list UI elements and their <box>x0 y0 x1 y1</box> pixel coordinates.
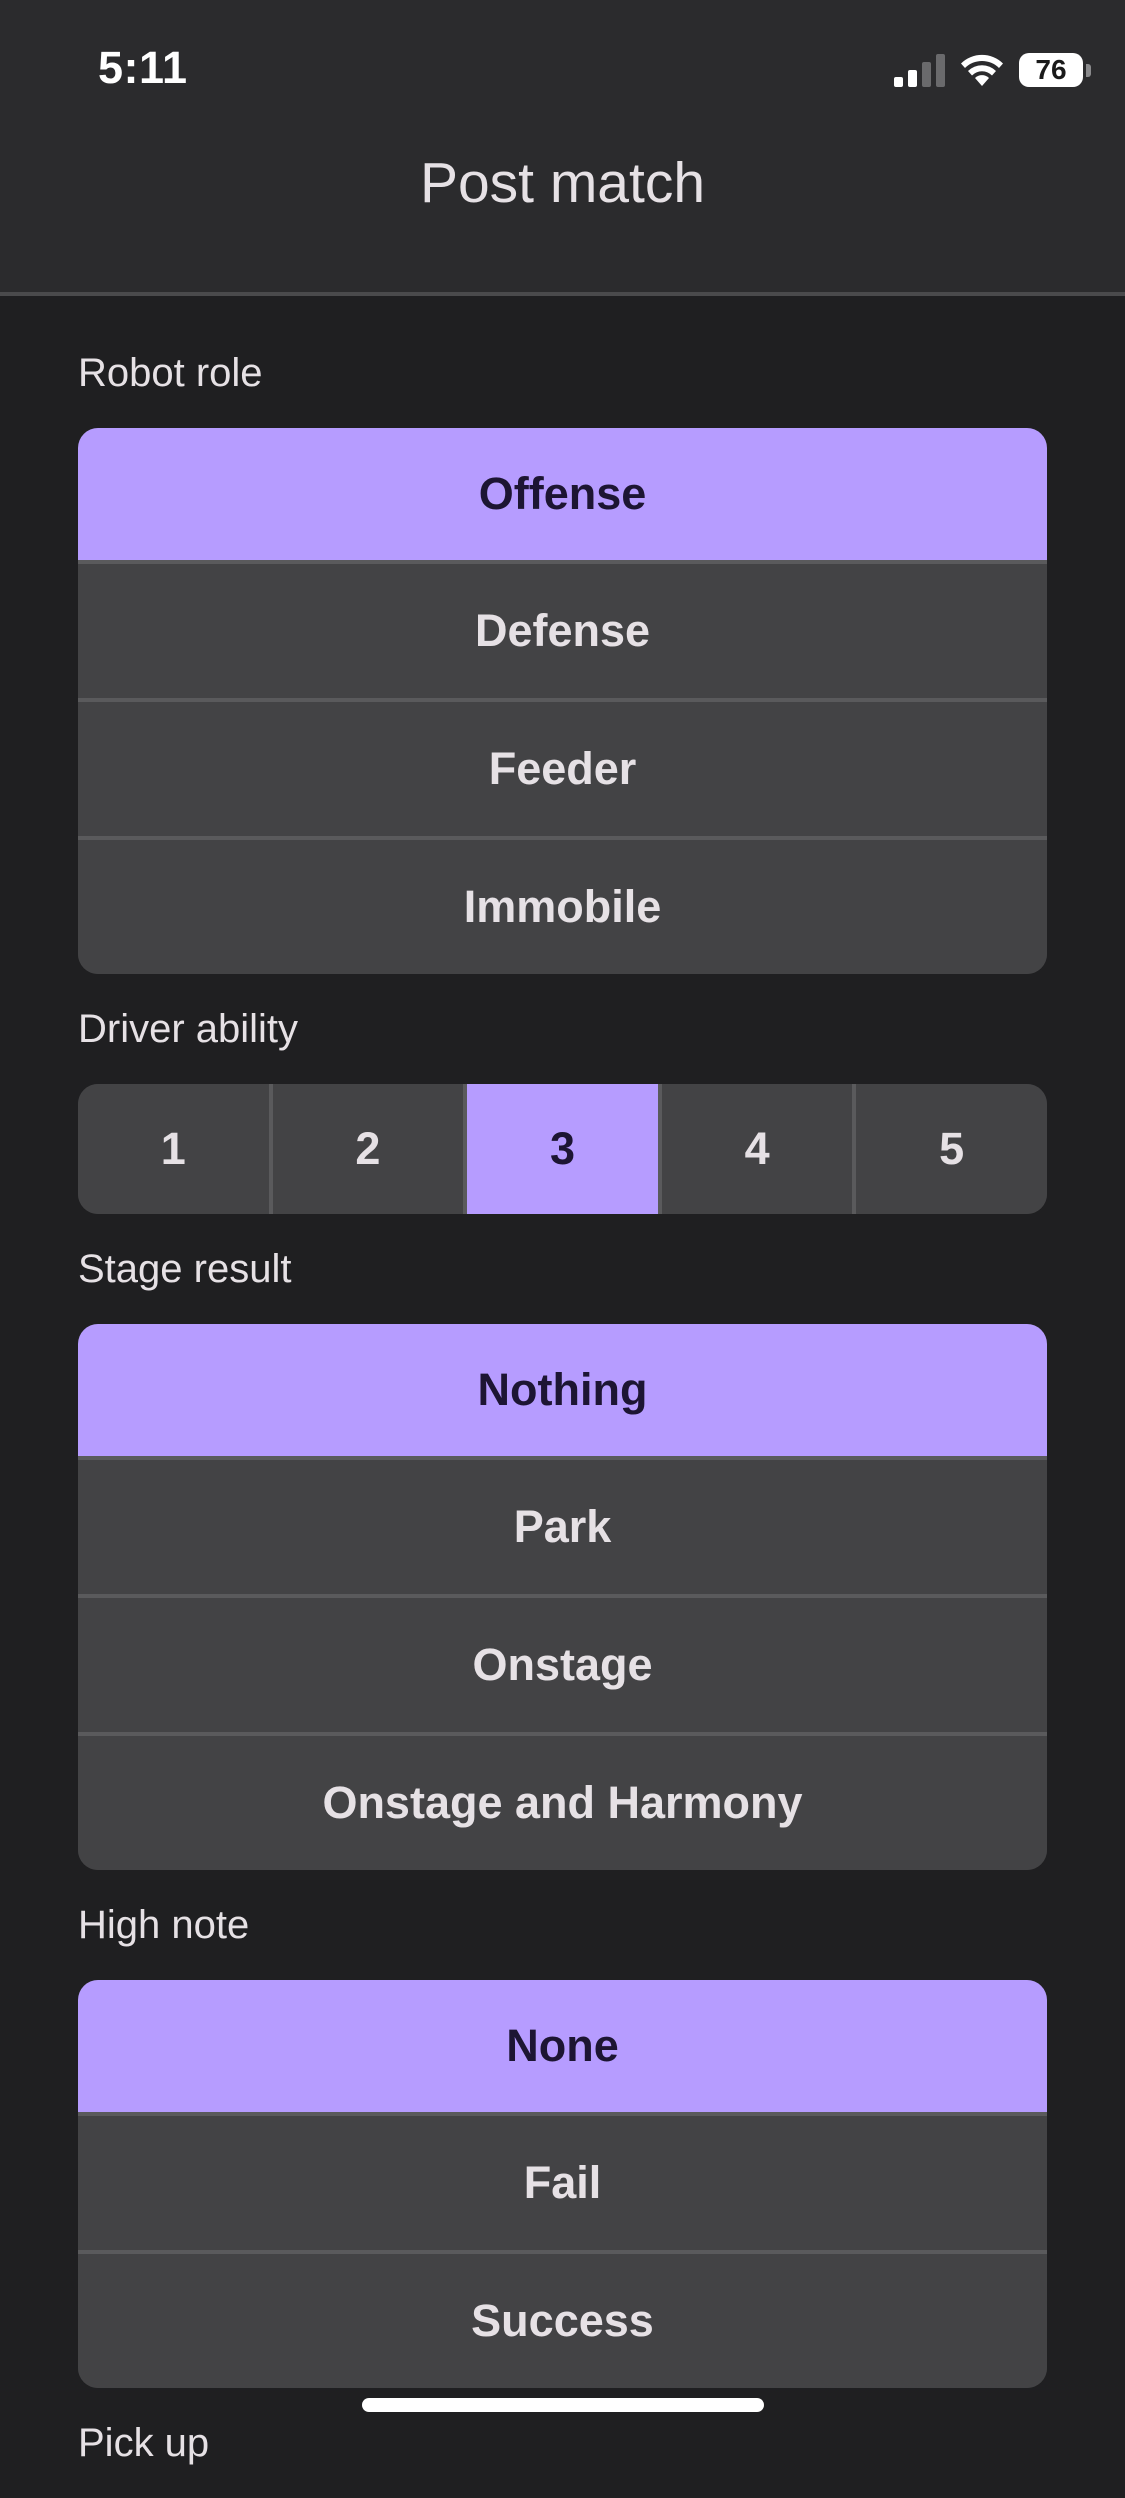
status-time: 5:11 <box>98 42 188 93</box>
home-indicator[interactable] <box>362 2398 764 2412</box>
page-title: Post match <box>419 151 706 215</box>
driver-ability-option-4[interactable]: 4 <box>657 1084 853 1214</box>
status-icons: 76 <box>894 50 1091 90</box>
app-header: 5:11 76 Post match <box>0 0 1125 296</box>
high-note-option-none[interactable]: None <box>78 1980 1047 2112</box>
stage-result-option-nothing[interactable]: Nothing <box>78 1324 1047 1456</box>
driver-ability-option-2[interactable]: 2 <box>268 1084 464 1214</box>
driver-ability-options: 1 2 3 4 5 <box>78 1084 1047 1214</box>
wifi-icon <box>961 54 1003 86</box>
form-content: Robot role Offense Defense Feeder Immobi… <box>78 348 1047 2498</box>
high-note-option-fail[interactable]: Fail <box>78 2112 1047 2250</box>
high-note-label: High note <box>78 1903 250 1947</box>
driver-ability-option-3[interactable]: 3 <box>463 1084 658 1214</box>
driver-ability-option-1[interactable]: 1 <box>78 1084 269 1214</box>
high-note-options: None Fail Success <box>78 1980 1047 2388</box>
pick-up-label: Pick up <box>78 2421 210 2465</box>
driver-ability-option-5[interactable]: 5 <box>852 1084 1047 1214</box>
stage-result-options: Nothing Park Onstage Onstage and Harmony <box>78 1324 1047 1870</box>
high-note-option-success[interactable]: Success <box>78 2250 1047 2388</box>
robot-role-option-immobile[interactable]: Immobile <box>78 836 1047 974</box>
robot-role-options: Offense Defense Feeder Immobile <box>78 428 1047 974</box>
battery-icon: 76 <box>1019 53 1091 87</box>
robot-role-option-feeder[interactable]: Feeder <box>78 698 1047 836</box>
cellular-signal-icon <box>894 53 945 87</box>
robot-role-label: Robot role <box>78 351 263 395</box>
stage-result-option-park[interactable]: Park <box>78 1456 1047 1594</box>
stage-result-option-onstage-harmony[interactable]: Onstage and Harmony <box>78 1732 1047 1870</box>
stage-result-label: Stage result <box>78 1247 292 1291</box>
battery-level: 76 <box>1035 54 1067 85</box>
stage-result-option-onstage[interactable]: Onstage <box>78 1594 1047 1732</box>
robot-role-option-defense[interactable]: Defense <box>78 560 1047 698</box>
robot-role-option-offense[interactable]: Offense <box>78 428 1047 560</box>
driver-ability-label: Driver ability <box>78 1007 299 1051</box>
